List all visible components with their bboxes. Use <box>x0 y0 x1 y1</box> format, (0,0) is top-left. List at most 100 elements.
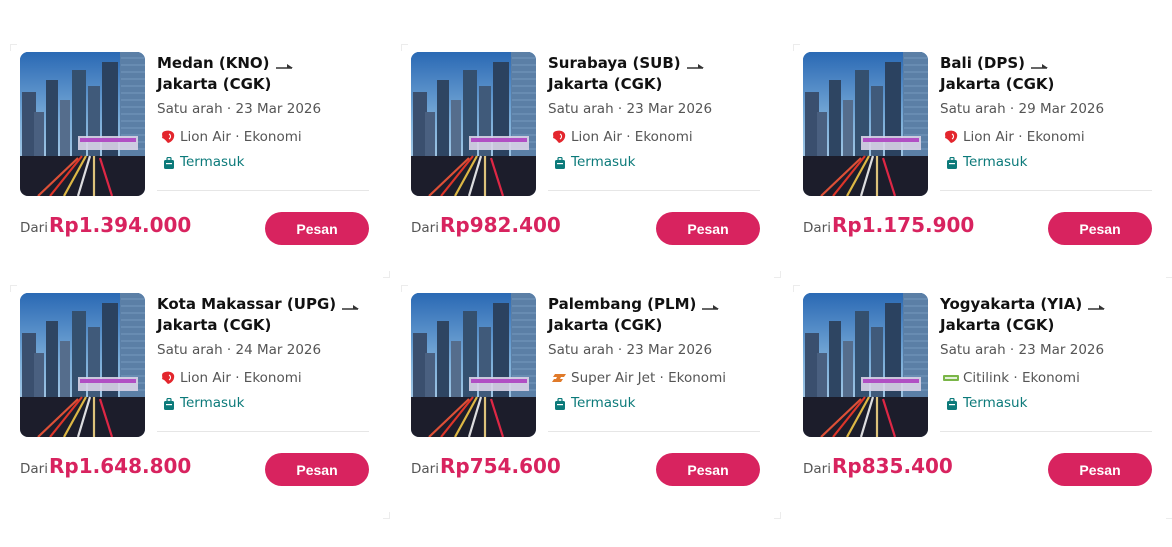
route-title: Bali (DPS) Jakarta (CGK) <box>940 53 1152 95</box>
city-skyline-image <box>20 293 145 437</box>
origin-city: Bali (DPS) <box>940 54 1026 72</box>
flight-info: Kota Makassar (UPG) Jakarta (CGK) Satu a… <box>157 293 369 432</box>
destination-city: Jakarta (CGK) <box>940 75 1055 93</box>
trip-details: Satu arah · 23 Mar 2026 <box>157 101 322 117</box>
baggage-label: Termasuk <box>963 154 1028 170</box>
lion-air-logo-icon <box>551 130 567 144</box>
flight-info: Surabaya (SUB) Jakarta (CGK) Satu arah ·… <box>548 52 760 191</box>
airline-row: Super Air Jet · Ekonomi <box>548 369 760 387</box>
book-button[interactable]: Pesan <box>265 453 369 486</box>
price-row: Dari Rp1.648.800 Pesan <box>20 453 369 487</box>
book-button[interactable]: Pesan <box>1048 212 1152 245</box>
airline-row: Lion Air · Ekonomi <box>940 128 1152 146</box>
origin-city: Palembang (PLM) <box>548 295 697 313</box>
baggage-row: Termasuk <box>157 394 369 412</box>
route-title: Yogyakarta (YIA) Jakarta (CGK) <box>940 294 1152 336</box>
trip-details: Satu arah · 23 Mar 2026 <box>548 342 713 358</box>
trip-details: Satu arah · 24 Mar 2026 <box>157 342 322 358</box>
destination-city: Jakarta (CGK) <box>157 75 272 93</box>
baggage-row: Termasuk <box>548 394 760 412</box>
airline-row: Lion Air · Ekonomi <box>548 128 760 146</box>
flight-info: Bali (DPS) Jakarta (CGK) Satu arah · 29 … <box>940 52 1152 191</box>
route-title: Medan (KNO) Jakarta (CGK) <box>157 53 369 95</box>
price-prefix: Dari <box>20 220 48 236</box>
baggage-row: Termasuk <box>940 153 1152 171</box>
origin-city: Medan (KNO) <box>157 54 270 72</box>
price-value: Rp1.394.000 <box>49 213 192 237</box>
flight-card[interactable]: Bali (DPS) Jakarta (CGK) Satu arah · 29 … <box>793 44 1172 278</box>
destination-city: Jakarta (CGK) <box>940 316 1055 334</box>
price-value: Rp754.600 <box>440 454 561 478</box>
airline-label: Super Air Jet · Ekonomi <box>571 370 726 386</box>
luggage-icon <box>164 397 174 410</box>
baggage-label: Termasuk <box>571 395 636 411</box>
route-title: Kota Makassar (UPG) Jakarta (CGK) <box>157 294 369 336</box>
airline-label: Lion Air · Ekonomi <box>180 129 302 145</box>
destination-city: Jakarta (CGK) <box>548 316 663 334</box>
city-skyline-image <box>411 293 536 437</box>
flight-card[interactable]: Medan (KNO) Jakarta (CGK) Satu arah · 23… <box>10 44 390 278</box>
super-air-jet-logo-icon <box>551 371 567 385</box>
price-prefix: Dari <box>411 220 439 236</box>
origin-city: Surabaya (SUB) <box>548 54 681 72</box>
flight-info: Yogyakarta (YIA) Jakarta (CGK) Satu arah… <box>940 293 1152 432</box>
flight-card[interactable]: Kota Makassar (UPG) Jakarta (CGK) Satu a… <box>10 285 390 519</box>
airline-label: Lion Air · Ekonomi <box>963 129 1085 145</box>
luggage-icon <box>164 156 174 169</box>
lion-air-logo-icon <box>160 130 176 144</box>
baggage-label: Termasuk <box>963 395 1028 411</box>
airline-row: Lion Air · Ekonomi <box>157 369 369 387</box>
price-row: Dari Rp982.400 Pesan <box>411 212 760 246</box>
book-button[interactable]: Pesan <box>1048 453 1152 486</box>
price-row: Dari Rp835.400 Pesan <box>803 453 1152 487</box>
city-skyline-image <box>803 293 928 437</box>
arrow-right-icon <box>686 57 705 69</box>
luggage-icon <box>555 156 565 169</box>
baggage-label: Termasuk <box>180 395 245 411</box>
luggage-icon <box>555 397 565 410</box>
city-skyline-image <box>411 52 536 196</box>
trip-details: Satu arah · 23 Mar 2026 <box>548 101 713 117</box>
luggage-icon <box>947 156 957 169</box>
route-title: Palembang (PLM) Jakarta (CGK) <box>548 294 760 336</box>
destination-city: Jakarta (CGK) <box>157 316 272 334</box>
book-button[interactable]: Pesan <box>265 212 369 245</box>
city-skyline-image <box>803 52 928 196</box>
lion-air-logo-icon <box>160 371 176 385</box>
flight-card[interactable]: Palembang (PLM) Jakarta (CGK) Satu arah … <box>401 285 781 519</box>
baggage-label: Termasuk <box>180 154 245 170</box>
book-button[interactable]: Pesan <box>656 453 760 486</box>
arrow-right-icon <box>1031 57 1049 69</box>
price-prefix: Dari <box>411 461 439 477</box>
price-value: Rp1.175.900 <box>832 213 975 237</box>
origin-city: Yogyakarta (YIA) <box>940 295 1083 313</box>
origin-city: Kota Makassar (UPG) <box>157 295 337 313</box>
airline-label: Lion Air · Ekonomi <box>180 370 302 386</box>
airline-row: Lion Air · Ekonomi <box>157 128 369 146</box>
price-prefix: Dari <box>20 461 48 477</box>
lion-air-logo-icon <box>943 130 959 144</box>
price-row: Dari Rp1.394.000 Pesan <box>20 212 369 246</box>
price-prefix: Dari <box>803 220 831 236</box>
price-row: Dari Rp1.175.900 Pesan <box>803 212 1152 246</box>
price-prefix: Dari <box>803 461 831 477</box>
flight-card[interactable]: Surabaya (SUB) Jakarta (CGK) Satu arah ·… <box>401 44 781 278</box>
baggage-label: Termasuk <box>571 154 636 170</box>
flight-deals-grid: Medan (KNO) Jakarta (CGK) Satu arah · 23… <box>0 0 1172 547</box>
flight-info: Medan (KNO) Jakarta (CGK) Satu arah · 23… <box>157 52 369 191</box>
price-value: Rp982.400 <box>440 213 561 237</box>
citilink-logo-icon <box>943 371 959 385</box>
price-row: Dari Rp754.600 Pesan <box>411 453 760 487</box>
airline-label: Lion Air · Ekonomi <box>571 129 693 145</box>
price-value: Rp835.400 <box>832 454 953 478</box>
arrow-right-icon <box>1088 298 1106 310</box>
route-title: Surabaya (SUB) Jakarta (CGK) <box>548 53 760 95</box>
airline-label: Citilink · Ekonomi <box>963 370 1080 386</box>
baggage-row: Termasuk <box>548 153 760 171</box>
book-button[interactable]: Pesan <box>656 212 760 245</box>
flight-card[interactable]: Yogyakarta (YIA) Jakarta (CGK) Satu arah… <box>793 285 1172 519</box>
arrow-right-icon <box>702 298 720 310</box>
city-skyline-image <box>20 52 145 196</box>
baggage-row: Termasuk <box>157 153 369 171</box>
luggage-icon <box>947 397 957 410</box>
